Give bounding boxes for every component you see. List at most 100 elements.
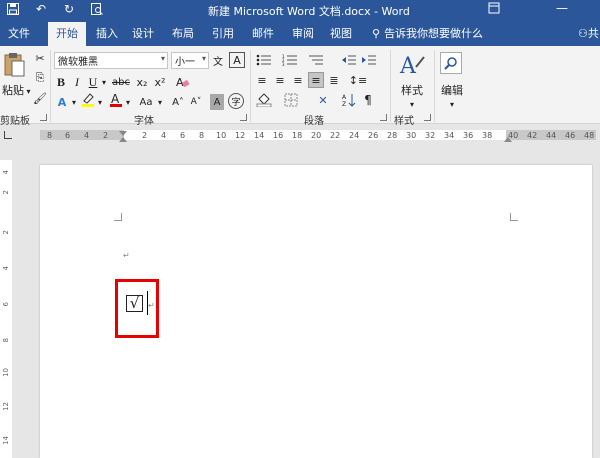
shading-icon[interactable]	[254, 92, 276, 108]
align-center-icon[interactable]: ≡	[272, 72, 288, 88]
paste-icon[interactable]	[4, 52, 25, 77]
ruler-number: 38	[482, 131, 493, 140]
group-divider	[250, 50, 251, 122]
text-effects-icon[interactable]: A	[54, 94, 70, 110]
ruler-number: 4	[2, 266, 10, 271]
ruler-number: 2	[142, 131, 148, 140]
bold-button[interactable]: B	[54, 74, 68, 90]
print-preview-icon[interactable]	[90, 2, 104, 16]
tab-references[interactable]: 引用	[212, 25, 234, 41]
distributed-icon[interactable]: ≣	[326, 72, 342, 88]
sort-icon[interactable]: AZ	[340, 92, 358, 108]
styles-dropdown-icon[interactable]: ▾	[405, 96, 419, 112]
numbering-icon[interactable]: 123	[280, 52, 300, 68]
font-size-select[interactable]: 小一 ▾	[171, 52, 209, 69]
undo-icon[interactable]: ↶	[34, 2, 48, 16]
italic-button[interactable]: I	[70, 74, 84, 90]
paragraph-dialog-launcher[interactable]	[380, 114, 387, 121]
borders-icon[interactable]	[280, 92, 302, 108]
tab-design[interactable]: 设计	[132, 25, 154, 41]
highlight-dropdown-icon[interactable]: ▾	[96, 94, 104, 110]
right-indent-marker[interactable]	[504, 137, 512, 142]
ribbon-home: 粘贴 ▾ ✂ ⎘ 🖌 剪贴板 微软雅黑 ▾ 小一 ▾ 文 A B I U ▾ abc…	[0, 46, 600, 127]
ruler-number: 12	[2, 402, 10, 411]
clipboard-dialog-launcher[interactable]	[40, 114, 47, 121]
ruler-number: 6	[65, 131, 71, 140]
font-name-select[interactable]: 微软雅黑 ▾	[54, 52, 168, 69]
underline-dropdown-icon[interactable]: ▾	[100, 74, 108, 90]
grow-font-button[interactable]: A˄	[170, 94, 186, 110]
ruler-number: 8	[47, 131, 53, 140]
share-button[interactable]: ⚇共	[578, 25, 599, 41]
tell-me-box[interactable]: ⚲ 告诉我你想要做什么	[372, 25, 483, 41]
tab-view[interactable]: 视图	[330, 25, 352, 41]
ruler-number: 22	[330, 131, 341, 140]
editing-dropdown-icon[interactable]: ▾	[445, 96, 459, 112]
margin-corner-mark	[510, 213, 518, 221]
boxed-checkmark-symbol[interactable]: √	[126, 295, 143, 312]
document-page[interactable]: ↵ √ ↵	[40, 165, 592, 458]
align-right-icon[interactable]: ≡	[290, 72, 306, 88]
font-color-icon[interactable]: A	[108, 92, 124, 108]
ruler-number: 32	[425, 131, 436, 140]
character-shading-button[interactable]: A	[210, 94, 224, 110]
change-case-button[interactable]: Aa	[136, 94, 156, 110]
tab-home[interactable]: 开始	[48, 22, 86, 46]
decrease-indent-icon[interactable]	[340, 52, 358, 68]
format-painter-icon[interactable]: 🖌	[33, 90, 47, 106]
line-spacing-icon[interactable]: ↕≡	[348, 72, 368, 88]
hanging-indent-marker[interactable]	[119, 137, 127, 142]
ruler-number: 48	[584, 131, 595, 140]
left-margin-area	[40, 130, 124, 140]
ruler-number: 12	[235, 131, 246, 140]
paragraph-end-mark: ↵	[148, 301, 155, 310]
group-divider	[50, 50, 51, 122]
copy-icon[interactable]: ⎘	[33, 70, 47, 86]
cut-icon[interactable]: ✂	[33, 50, 47, 66]
font-color-dropdown-icon[interactable]: ▾	[124, 94, 132, 110]
show-paragraph-marks-icon[interactable]: ¶	[360, 92, 376, 108]
tab-insert[interactable]: 插入	[96, 25, 118, 41]
tab-layout[interactable]: 布局	[172, 25, 194, 41]
justify-icon[interactable]: ≡	[308, 72, 324, 88]
change-case-dropdown-icon[interactable]: ▾	[156, 94, 164, 110]
styles-dialog-launcher[interactable]	[424, 114, 431, 121]
increase-indent-icon[interactable]	[360, 52, 378, 68]
restore-icon[interactable]	[488, 2, 500, 17]
ruler-number: 26	[368, 131, 379, 140]
enclose-characters-button[interactable]: 字	[228, 93, 244, 109]
svg-text:A: A	[399, 54, 417, 79]
redo-icon[interactable]: ↻	[62, 2, 76, 16]
find-icon[interactable]	[440, 52, 462, 74]
chinese-layout-icon[interactable]: ✕	[312, 92, 334, 108]
font-dialog-launcher[interactable]	[240, 114, 247, 121]
text-effects-dropdown-icon[interactable]: ▾	[70, 94, 78, 110]
tab-review[interactable]: 审阅	[292, 25, 314, 41]
strikethrough-button[interactable]: abc	[110, 74, 132, 90]
subscript-button[interactable]: x₂	[134, 74, 150, 90]
multilevel-list-icon[interactable]	[306, 52, 326, 68]
superscript-button[interactable]: x²	[152, 74, 168, 90]
paste-label[interactable]: 粘贴 ▾	[2, 82, 31, 98]
tab-file[interactable]: 文件	[8, 25, 30, 41]
styles-gallery-icon[interactable]: A	[396, 50, 428, 80]
phonetic-guide-icon[interactable]: 文	[211, 52, 225, 68]
save-icon[interactable]	[6, 2, 20, 16]
tab-selector-icon[interactable]	[4, 131, 12, 139]
minimize-icon[interactable]: —	[556, 1, 568, 15]
character-border-icon[interactable]: A	[229, 52, 245, 68]
ruler-number: 44	[546, 131, 557, 140]
highlight-color-icon[interactable]	[80, 92, 96, 108]
ruler-number: 24	[349, 131, 360, 140]
tab-mailings[interactable]: 邮件	[252, 25, 274, 41]
tell-me-text: 告诉我你想要做什么	[384, 27, 484, 40]
title-bar: ↶ ↻ 新建 Microsoft Word 文档.docx - Word —	[0, 0, 600, 20]
bullets-icon[interactable]	[254, 52, 274, 68]
ruler-number: 4	[2, 170, 10, 175]
underline-button[interactable]: U	[86, 74, 100, 90]
first-line-indent-marker[interactable]	[119, 131, 127, 136]
vertical-ruler[interactable]: 4 2 2 4 6 8 10 12 14	[0, 160, 12, 458]
clear-formatting-icon[interactable]: A	[174, 74, 192, 90]
shrink-font-button[interactable]: A˅	[188, 94, 204, 110]
align-left-icon[interactable]: ≡	[254, 72, 270, 88]
